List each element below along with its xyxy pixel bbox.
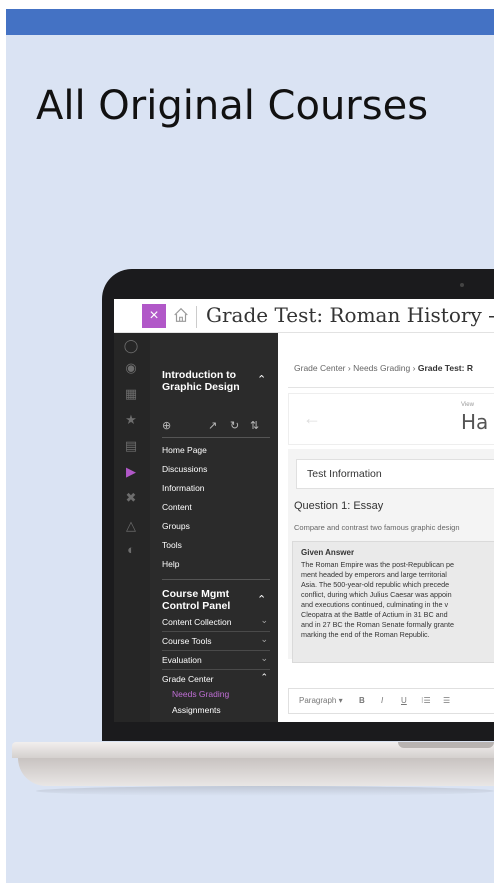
question-title: Question 1: Essay	[294, 500, 384, 512]
expand-icon[interactable]: ↗	[208, 419, 217, 432]
tools-icon[interactable]: ✖	[122, 489, 140, 507]
groups-icon[interactable]: ★	[122, 411, 140, 429]
paragraph-format-select[interactable]: Paragraph ▾	[299, 696, 343, 705]
answer-line: ment headed by emperors and large territ…	[301, 570, 447, 579]
divider	[288, 387, 494, 388]
laptop-notch	[398, 742, 494, 748]
course-menu: Introduction to Graphic Design ⌃ ⊕ ↗ ↻ ⇅…	[150, 333, 278, 722]
menu-item-groups[interactable]: Groups	[162, 521, 190, 531]
chevron-up-icon[interactable]: ⌃	[257, 373, 266, 386]
page-title: Grade Test: Roman History - Exam	[206, 303, 494, 327]
italic-button[interactable]: I	[381, 696, 383, 705]
menu-item-information[interactable]: Information	[162, 483, 205, 493]
answer-line: conflict, during which Julius Caesar was…	[301, 590, 452, 599]
course-title[interactable]: Introduction to Graphic Design	[162, 369, 252, 393]
globe-icon[interactable]: ◉	[122, 359, 140, 377]
add-icon[interactable]: ⊕	[162, 419, 171, 432]
chevron-up-icon[interactable]: ⌃	[257, 593, 266, 606]
breadcrumb-needs-grading[interactable]: Needs Grading	[353, 363, 410, 373]
global-nav-rail: ◯ ◉ ▦ ★ ▤ ▶ ✖ △ ◐	[114, 333, 150, 722]
student-name: Ha	[461, 410, 489, 434]
main-content: Grade Center › Needs Grading › Grade Tes…	[278, 333, 494, 722]
shadow	[36, 786, 494, 796]
home-icon[interactable]	[172, 306, 190, 324]
user-icon[interactable]: ◯	[122, 337, 140, 355]
building-icon[interactable]: ▦	[122, 385, 140, 403]
laptop-base	[6, 742, 494, 802]
menu-item-tools[interactable]: Tools	[162, 540, 182, 550]
panel-row-label: Grade Center	[162, 674, 214, 684]
chevron-down-icon: ⌄	[260, 615, 268, 625]
sub-item-needs-grading[interactable]: Needs Grading	[172, 689, 229, 699]
chevron-up-icon: ⌃	[260, 672, 268, 682]
test-information-panel[interactable]: Test Information	[296, 459, 494, 489]
breadcrumb: Grade Center › Needs Grading › Grade Tes…	[294, 363, 473, 373]
answer-line: Asia. The 500-year-old republic which pr…	[301, 580, 450, 589]
back-arrow-icon[interactable]: ←	[303, 408, 321, 429]
given-answer-label: Given Answer	[301, 548, 355, 557]
menu-item-help[interactable]: Help	[162, 559, 179, 569]
chevron-down-icon: ⌄	[260, 653, 268, 663]
bulleted-list-button[interactable]: ☰	[443, 696, 450, 705]
laptop-base-bottom	[18, 758, 494, 786]
calendar-icon[interactable]: ▤	[122, 437, 140, 455]
divider	[162, 437, 270, 438]
divider	[196, 306, 197, 328]
screen: × Grade Test: Roman History - Exam ◯ ◉ ▦…	[114, 299, 494, 722]
menu-item-content[interactable]: Content	[162, 502, 192, 512]
slide-header-bar	[6, 9, 494, 35]
answer-line: and in 27 BC the Roman Senate formally g…	[301, 620, 455, 629]
menu-item-home-page[interactable]: Home Page	[162, 445, 207, 455]
panel-row-course-tools[interactable]: Course Tools ⌄	[162, 632, 270, 651]
answer-line: marking the end of the Roman Republic.	[301, 630, 430, 639]
breadcrumb-separator: ›	[347, 363, 351, 373]
answer-line: Cleopatra at the Battle of Actium in 31 …	[301, 610, 448, 619]
breadcrumb-current: Grade Test: R	[417, 363, 473, 373]
numbered-list-button[interactable]: ⁝☰	[421, 696, 431, 705]
course-menu-toolbar: ⊕ ↗ ↻ ⇅	[162, 419, 274, 433]
panel-row-label: Evaluation	[162, 655, 202, 665]
grades-icon[interactable]: ▶	[122, 463, 140, 481]
editor-toolbar: Paragraph ▾ B I U ⁝☰ ☰	[288, 688, 494, 714]
slide-title: All Original Courses	[36, 83, 429, 129]
bold-button[interactable]: B	[359, 696, 365, 705]
close-button[interactable]: ×	[142, 304, 166, 328]
panel-row-label: Content Collection	[162, 617, 232, 627]
panel-row-content-collection[interactable]: Content Collection ⌄	[162, 613, 270, 632]
divider	[162, 579, 270, 580]
sort-icon[interactable]: ⇅	[250, 419, 259, 432]
student-navigator: ← View Ha	[288, 393, 494, 445]
panel-row-label: Course Tools	[162, 636, 212, 646]
underline-button[interactable]: U	[401, 696, 407, 705]
signout-icon[interactable]: ◐	[122, 541, 140, 559]
control-panel-title[interactable]: Course Mgmt Control Panel	[162, 588, 252, 612]
panel-row-evaluation[interactable]: Evaluation ⌄	[162, 651, 270, 670]
view-label: View	[461, 402, 474, 408]
sub-item-assignments[interactable]: Assignments	[172, 705, 221, 715]
panel-row-grade-center[interactable]: Grade Center ⌃	[162, 670, 270, 689]
test-information-label: Test Information	[307, 468, 382, 480]
breadcrumb-grade-center[interactable]: Grade Center	[294, 363, 346, 373]
slide: All Original Courses × Grade Test: Roman…	[6, 9, 494, 883]
given-answer-box: Given Answer The Roman Empire was the po…	[292, 541, 494, 663]
answer-line: The Roman Empire was the post-Republican…	[301, 560, 455, 569]
chevron-down-icon: ⌄	[260, 634, 268, 644]
menu-item-discussions[interactable]: Discussions	[162, 464, 207, 474]
camera-dot	[460, 283, 464, 287]
people-icon[interactable]: △	[122, 517, 140, 535]
app-bar: × Grade Test: Roman History - Exam	[114, 299, 494, 333]
breadcrumb-separator: ›	[412, 363, 416, 373]
refresh-icon[interactable]: ↻	[230, 419, 239, 432]
laptop-screen-frame: × Grade Test: Roman History - Exam ◯ ◉ ▦…	[102, 269, 494, 741]
answer-line: and executions continued, culminating in…	[301, 600, 449, 609]
question-text: Compare and contrast two famous graphic …	[294, 523, 460, 532]
